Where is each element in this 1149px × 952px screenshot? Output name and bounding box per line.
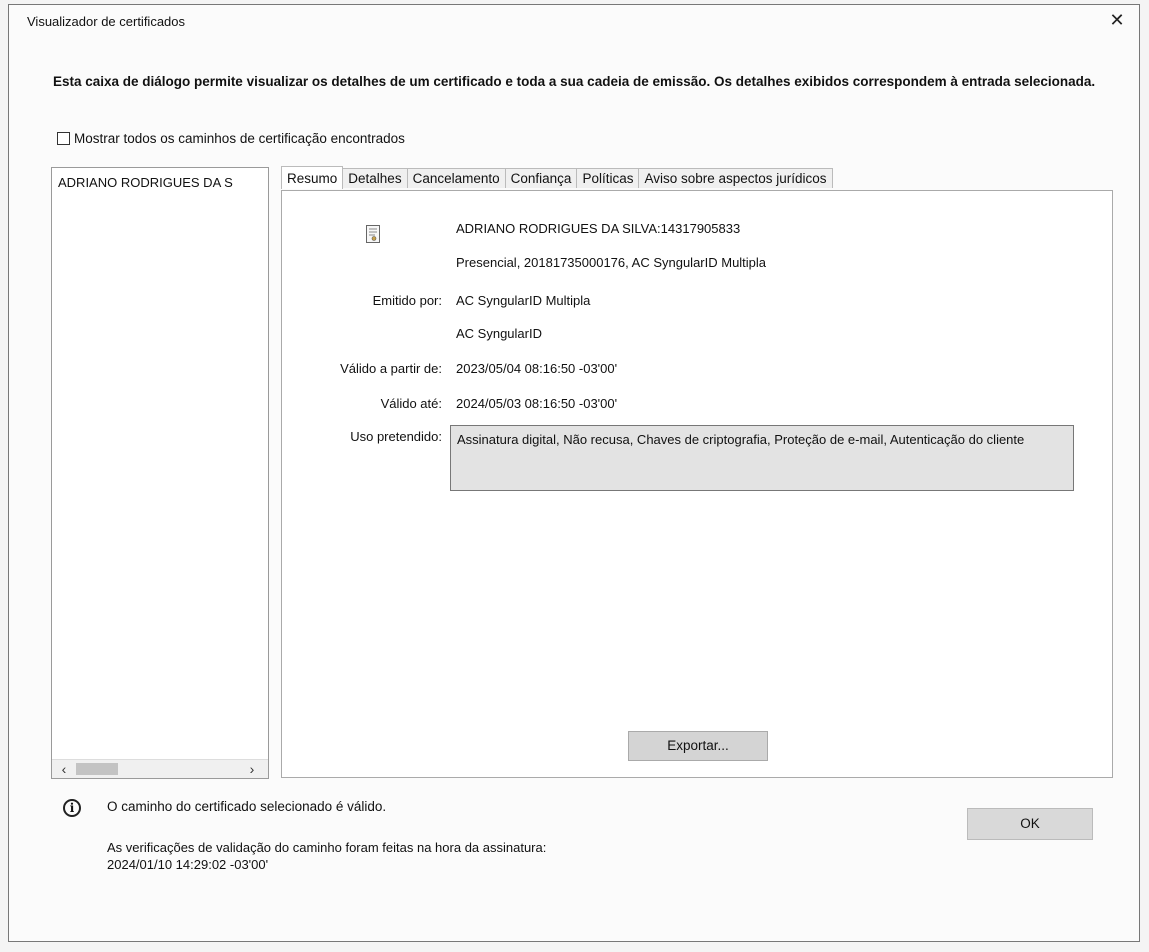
info-icon: i [63,799,81,817]
intended-use-label: Uso pretendido: [350,429,442,444]
certificate-path-tree[interactable]: ADRIANO RODRIGUES DA S ‹ › [51,167,269,779]
title-bar: Visualizador de certificados ✕ [9,5,1139,35]
scroll-left-icon[interactable]: ‹ [56,761,72,777]
scrollbar-thumb[interactable] [76,763,118,775]
validation-time-message: As verificações de validação do caminho … [107,839,546,873]
subject-name: ADRIANO RODRIGUES DA SILVA:14317905833 [456,221,741,236]
window-title: Visualizador de certificados [27,14,186,29]
export-button[interactable]: Exportar... [628,731,768,761]
certificate-icon [366,225,380,243]
tab-confianca[interactable]: Confiança [504,168,578,188]
valid-from-label: Válido a partir de: [340,361,442,376]
intended-use-field[interactable]: Assinatura digital, Não recusa, Chaves d… [450,425,1074,491]
dialog-description: Esta caixa de diálogo permite visualizar… [53,74,1096,89]
show-all-paths-checkbox[interactable] [57,132,70,145]
issued-by-value: AC SyngularID Multipla [456,293,591,308]
tab-detalhes[interactable]: Detalhes [342,168,408,188]
summary-panel: ADRIANO RODRIGUES DA SILVA:14317905833 P… [281,190,1113,778]
path-valid-message: O caminho do certificado selecionado é v… [107,799,387,814]
certificate-viewer-dialog: Visualizador de certificados ✕ Esta caix… [8,4,1140,942]
validation-check-time: 2024/01/10 14:29:02 -03'00' [107,857,269,872]
issued-by-label: Emitido por: [372,293,442,308]
tab-politicas[interactable]: Políticas [576,168,640,188]
tab-cancelamento[interactable]: Cancelamento [406,168,506,188]
valid-to-label: Válido até: [380,396,442,411]
subject-details: Presencial, 20181735000176, AC SyngularI… [456,255,767,270]
tab-bar: Resumo Detalhes Cancelamento Confiança P… [281,166,833,190]
show-all-paths-option[interactable]: Mostrar todos os caminhos de certificaçã… [57,131,405,146]
tab-resumo[interactable]: Resumo [281,166,344,189]
horizontal-scrollbar[interactable]: ‹ › [52,759,268,778]
validation-check-text: As verificações de validação do caminho … [107,840,547,855]
show-all-paths-label: Mostrar todos os caminhos de certificaçã… [74,131,405,146]
tab-aviso-juridico[interactable]: Aviso sobre aspectos jurídicos [638,168,833,188]
ok-button[interactable]: OK [967,808,1093,840]
valid-to-value: 2024/05/03 08:16:50 -03'00' [456,396,618,411]
valid-from-value: 2023/05/04 08:16:50 -03'00' [456,361,618,376]
issuer-root-value: AC SyngularID [456,326,542,341]
close-icon[interactable]: ✕ [1105,9,1129,31]
tree-item-certificate[interactable]: ADRIANO RODRIGUES DA S [58,175,264,190]
scroll-right-icon[interactable]: › [244,761,260,777]
